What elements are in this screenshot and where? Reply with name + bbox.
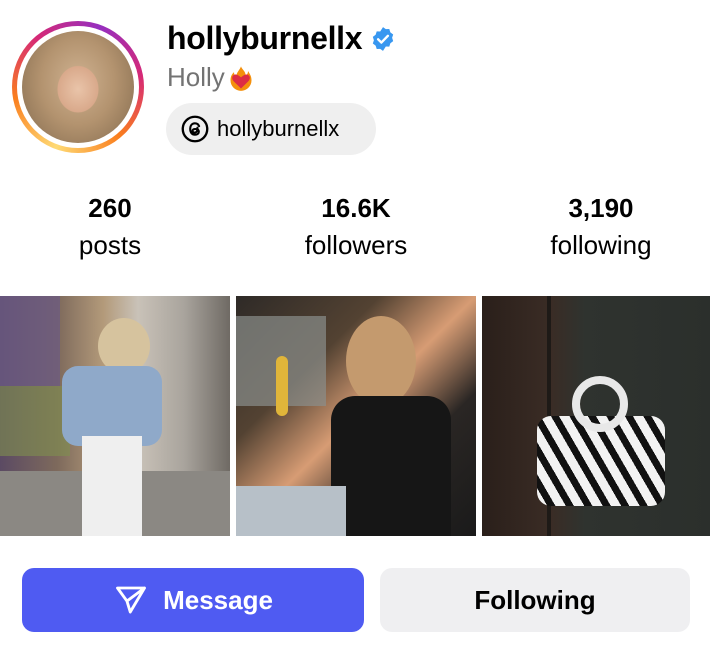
handle-shape (276, 356, 288, 416)
post-thumbnail-2[interactable] (236, 296, 476, 536)
posts-label: posts (78, 230, 142, 260)
message-button[interactable]: Message (22, 568, 364, 632)
following-label: following (550, 230, 652, 260)
hair-shape (346, 316, 416, 406)
followers-label: followers (304, 230, 408, 260)
avatar-frame (17, 26, 139, 148)
trousers-shape (82, 436, 142, 536)
post-thumbnail-1[interactable] (0, 296, 230, 536)
stat-followers[interactable]: 16.6K followers (256, 192, 456, 263)
legs-shape (236, 486, 346, 536)
denim-jacket-shape (62, 366, 162, 446)
stat-following[interactable]: 3,190 following (501, 192, 701, 263)
threads-icon (181, 115, 209, 143)
display-name-row: Holly (167, 62, 255, 93)
story-ring[interactable] (12, 21, 144, 153)
posts-count: 260 (88, 193, 132, 223)
post-thumbnail-3[interactable] (482, 296, 710, 536)
username: hollyburnellx (167, 20, 363, 56)
send-icon (116, 586, 147, 614)
dress-shape (331, 396, 451, 536)
bag-handle-shape (572, 376, 628, 432)
stat-posts[interactable]: 260 posts (10, 192, 210, 263)
flowers-shape (0, 296, 60, 386)
username-row: hollyburnellx (167, 20, 396, 57)
following-count: 3,190 (568, 193, 634, 223)
plants-shape (0, 386, 70, 456)
threads-link-button[interactable]: hollyburnellx (166, 103, 376, 155)
heart-on-fire-emoji-icon (230, 65, 252, 91)
following-button-label: Following (474, 584, 596, 615)
avatar[interactable] (22, 31, 134, 143)
followers-count: 16.6K (321, 193, 391, 223)
display-name: Holly (167, 62, 225, 92)
following-button[interactable]: Following (380, 568, 690, 632)
verified-badge-icon (373, 26, 394, 51)
message-label: Message (163, 584, 273, 615)
threads-handle: hollyburnellx (217, 116, 340, 141)
